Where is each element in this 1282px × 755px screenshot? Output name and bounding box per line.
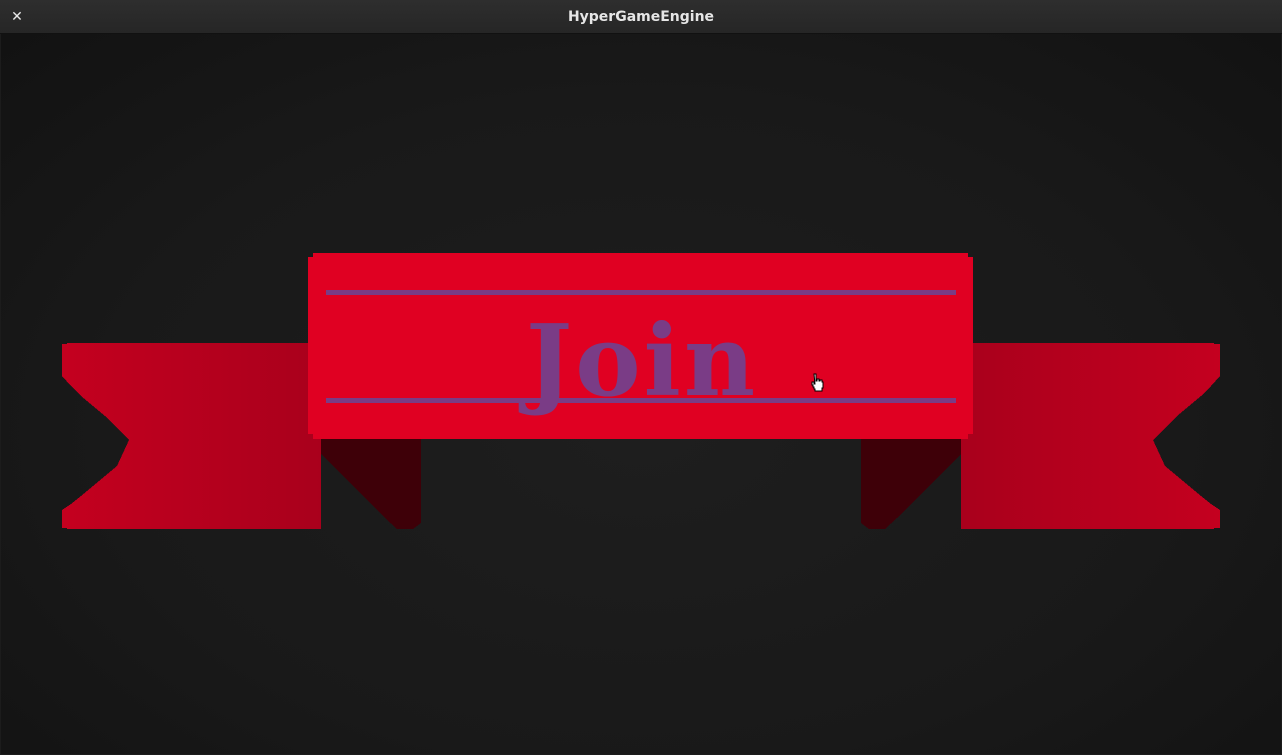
game-viewport: Join bbox=[1, 34, 1281, 754]
join-label[interactable]: Join bbox=[310, 287, 974, 437]
game-window: ✕ HyperGameEngine Join bbox=[0, 0, 1282, 755]
right-ribbon-tail bbox=[961, 343, 1220, 529]
title-bar: ✕ HyperGameEngine bbox=[0, 0, 1282, 34]
left-ribbon-tail bbox=[62, 343, 321, 529]
hand-pointer-icon bbox=[811, 373, 824, 392]
window-title: HyperGameEngine bbox=[567, 9, 715, 25]
right-ribbon-fold bbox=[861, 439, 961, 529]
left-ribbon-fold bbox=[321, 439, 421, 529]
